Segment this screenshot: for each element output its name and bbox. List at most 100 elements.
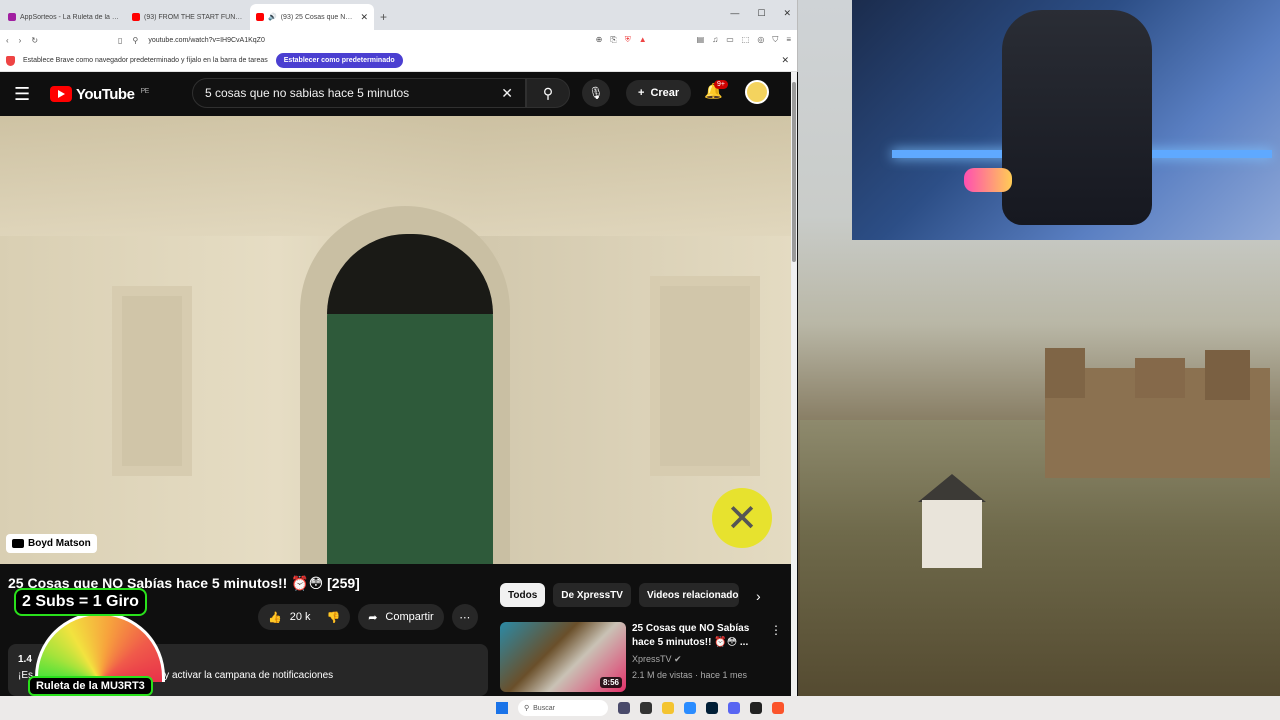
chip-videos-relacionados[interactable]: Videos relacionados <box>638 583 739 607</box>
channel-x-icon: ✕ <box>712 488 772 548</box>
address-tools: ⊕ ⎘ ⛨ ▲ <box>596 35 647 45</box>
back-icon[interactable]: ‹ <box>6 36 9 45</box>
ruleta-label: Ruleta de la MU3RT3 <box>28 676 153 696</box>
rec-title[interactable]: 25 Cosas que NO Sabías hace 5 minutos!! … <box>632 622 762 650</box>
share-button[interactable]: ➦ Compartir <box>358 604 444 630</box>
share-icon[interactable]: ⎘ <box>610 35 616 45</box>
extensions-icon[interactable]: ⬚ <box>742 35 750 45</box>
close-window-icon[interactable]: ✕ <box>783 8 791 19</box>
taskbar-search-input[interactable]: ⚲ Buscar <box>518 700 608 716</box>
brave-shield-icon[interactable]: ⛨ <box>625 35 631 45</box>
hamburger-menu-icon[interactable]: ☰ <box>14 84 34 105</box>
video-duration: 8:56 <box>599 677 622 688</box>
like-count: 20 k <box>289 611 311 623</box>
share-label: Compartir <box>385 611 434 623</box>
chip-todos[interactable]: Todos <box>500 583 546 607</box>
chrome-icon[interactable] <box>684 702 696 714</box>
tab-label: AppSorteos - La Ruleta de la Suerte <box>20 13 120 21</box>
windmill-roof <box>918 474 986 502</box>
maximize-icon[interactable]: ☐ <box>757 8 765 19</box>
search-input[interactable]: 5 cosas que no sabias hace 5 minutos ✕ <box>192 78 526 108</box>
list-item[interactable]: 8:56 25 Cosas que NO Sabías hace 5 minut… <box>500 622 762 692</box>
share-arrow-icon: ➦ <box>368 611 378 624</box>
wallet-icon[interactable]: ◎ <box>757 35 764 45</box>
set-default-button[interactable]: Establecer como predeterminado <box>275 53 403 68</box>
discord-icon[interactable] <box>728 702 740 714</box>
facade-window <box>112 286 192 476</box>
file-explorer-icon[interactable] <box>662 702 674 714</box>
ruleta-overlay: 2 Subs = 1 Giro Ruleta de la MU3RT3 <box>10 588 188 700</box>
vpn-icon[interactable]: ⛉ <box>772 35 778 45</box>
zoom-icon[interactable]: ⊕ <box>596 35 603 45</box>
voice-search-button[interactable]: 🎙 <box>582 79 610 107</box>
scrollbar-thumb[interactable] <box>792 82 796 262</box>
video-thumbnail[interactable]: 8:56 <box>500 622 626 692</box>
tab-label: (93) 25 Cosas que NO Sabías <box>280 13 357 21</box>
media-icon[interactable]: ♫ <box>712 35 718 45</box>
tab-active-video[interactable]: 🔊 (93) 25 Cosas que NO Sabías ✕ <box>250 4 374 30</box>
windows-start-icon[interactable] <box>496 702 508 714</box>
thumbs-up-icon: 👍 <box>268 611 282 624</box>
related-chips: Todos De XpressTV Videos relacionados <box>500 583 739 607</box>
search-value: 5 cosas que no sabias hace 5 minutos <box>205 86 410 100</box>
close-tab-icon[interactable]: ✕ <box>360 12 368 23</box>
like-button[interactable]: 👍 20 k 👎 <box>258 604 351 630</box>
watermark-text: Boyd Matson <box>28 538 91 549</box>
window-controls: — ☐ ✕ <box>730 8 791 19</box>
ruleta-dial <box>35 612 165 682</box>
facade-window <box>650 276 760 476</box>
rec-more-icon[interactable]: ⋮ <box>770 623 782 637</box>
forward-icon[interactable]: › <box>19 36 22 45</box>
more-icon: ⋯ <box>459 611 471 624</box>
youtube-play-icon <box>50 86 72 102</box>
search-button[interactable]: ⚲ <box>526 78 570 108</box>
notifications-button[interactable]: 🔔 9+ <box>704 80 728 100</box>
clear-search-icon[interactable]: ✕ <box>501 85 513 102</box>
thumbs-down-icon[interactable]: 👎 <box>327 611 341 624</box>
tab-appsorteos[interactable]: AppSorteos - La Ruleta de la Suerte <box>2 4 126 30</box>
widgets-icon[interactable] <box>640 702 652 714</box>
subs-banner: 2 Subs = 1 Giro <box>14 588 147 616</box>
task-view-icon[interactable] <box>618 702 630 714</box>
mic-icon: 🎙 <box>588 86 604 100</box>
new-tab-button[interactable]: + <box>374 10 393 30</box>
chip-de-xpresstv[interactable]: De XpressTV <box>553 583 631 607</box>
chevron-right-icon[interactable]: › <box>756 588 761 604</box>
bookmark-icon[interactable]: ▯ <box>118 36 122 45</box>
brave-logo-icon <box>6 55 15 66</box>
rec-channel[interactable]: XpressTV ✔ <box>632 652 762 666</box>
tab-funk[interactable]: (93) FROM THE START FUNK (Slowed) <box>126 4 250 30</box>
infobar-text: Establece Brave como navegador predeterm… <box>23 57 268 64</box>
address-bar: ‹ › ↻ ▯ ⚲ youtube.com/watch?v=IH9CvA1KqZ… <box>0 30 797 50</box>
reload-icon[interactable]: ↻ <box>31 36 38 45</box>
brave-icon[interactable] <box>772 702 784 714</box>
sidebar-icon[interactable]: ▤ <box>697 35 705 45</box>
rec-info: 25 Cosas que NO Sabías hace 5 minutos!! … <box>632 622 762 692</box>
more-actions-button[interactable]: ⋯ <box>451 604 478 630</box>
taskbar-search-placeholder: Buscar <box>533 704 555 712</box>
youtube-header: ☰ YouTube PE 5 cosas que no sabias hace … <box>0 72 798 116</box>
youtube-logo[interactable]: YouTube PE <box>50 86 149 103</box>
rewards-icon[interactable]: ▲ <box>639 35 647 45</box>
reading-list-icon[interactable]: ▭ <box>726 35 734 45</box>
close-infobar-icon[interactable]: ✕ <box>781 55 789 66</box>
obs-icon[interactable] <box>750 702 762 714</box>
security-icon: ⚲ <box>132 35 139 45</box>
photoshop-icon[interactable] <box>706 702 718 714</box>
url-input[interactable]: youtube.com/watch?v=IH9CvA1KqZ0 <box>148 37 585 44</box>
taskbar: ⚲ Buscar <box>0 696 1280 720</box>
castle-image <box>1045 348 1270 478</box>
microphone <box>964 168 1012 192</box>
minimize-icon[interactable]: — <box>730 8 739 19</box>
scrollbar[interactable] <box>791 72 797 696</box>
video-watermark: Boyd Matson <box>6 534 97 553</box>
rec-meta: 2.1 M de vistas · hace 1 mes <box>632 670 748 680</box>
speaker-icon: 🔊 <box>268 14 277 21</box>
default-browser-infobar: Establece Brave como navegador predeterm… <box>0 50 797 72</box>
toolbar-icons: ▤ ♫ ▭ ⬚ ◎ ⛉ ≡ <box>697 35 791 45</box>
avatar[interactable] <box>745 80 769 104</box>
channel-name: XpressTV <box>632 654 672 664</box>
create-button[interactable]: + Crear <box>626 80 692 106</box>
video-player[interactable]: Boyd Matson ✕ <box>0 116 792 564</box>
menu-icon[interactable]: ≡ <box>786 35 791 45</box>
